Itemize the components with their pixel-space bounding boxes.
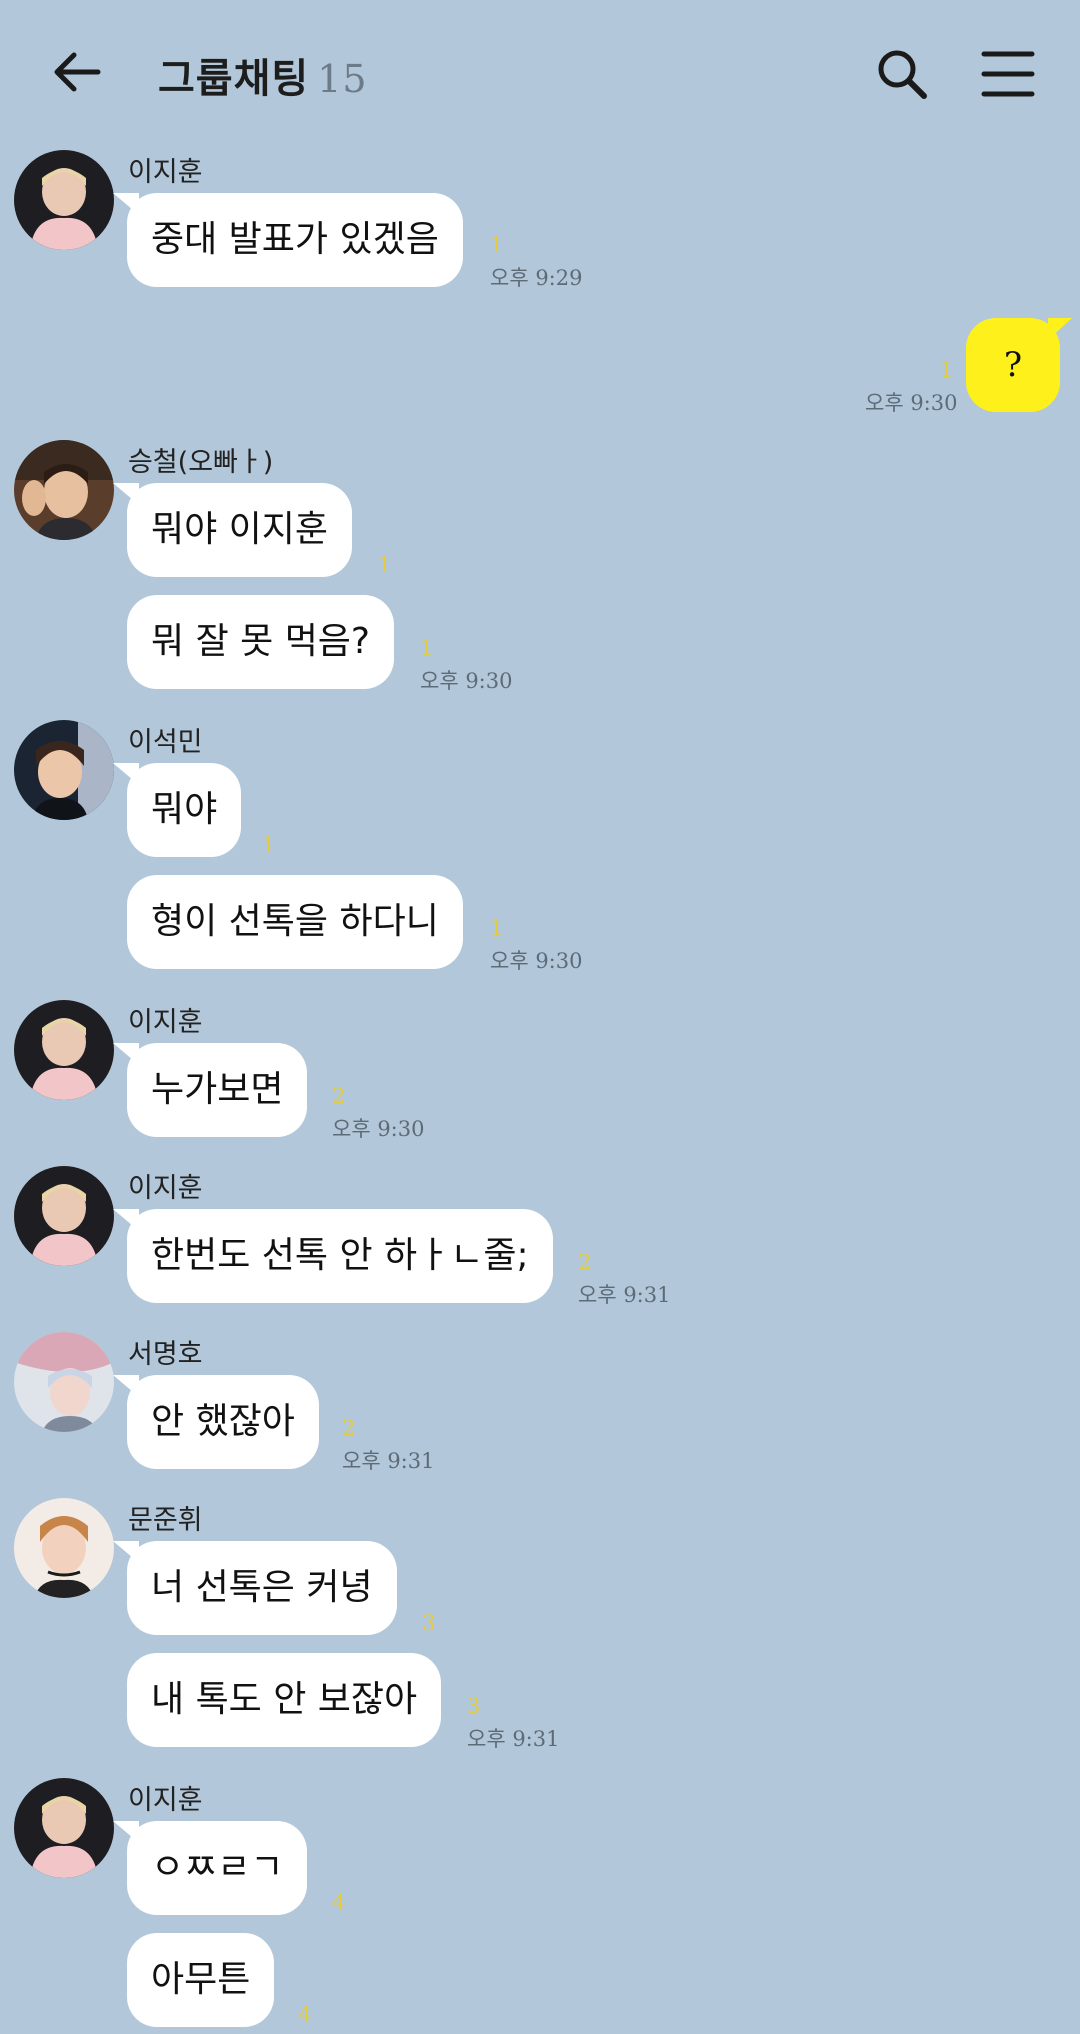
message-time: 오후 9:31 <box>467 1727 560 1751</box>
sender-name: 이지훈 <box>128 1785 203 1816</box>
avatar-image <box>14 1778 114 1878</box>
chat-title: 그룹채팅 15 <box>158 46 368 104</box>
sender-name: 이석민 <box>128 727 203 758</box>
sender-name: 이지훈 <box>128 157 203 188</box>
avatar-image <box>14 720 114 820</box>
unread-count: 1 <box>940 358 954 382</box>
avatar-image <box>14 1000 114 1100</box>
my-message-bubble[interactable]: ? <box>966 318 1072 412</box>
search-icon <box>878 50 927 99</box>
message-bubble[interactable]: 누가보면 <box>112 1043 308 1137</box>
avatar[interactable] <box>14 440 114 540</box>
avatar[interactable] <box>14 1332 114 1432</box>
arrow-left-icon <box>54 52 101 92</box>
avatar[interactable] <box>14 1166 114 1266</box>
chat-header: 그룹채팅 15 <box>0 0 1080 150</box>
message-bubble[interactable]: 뭐 잘 못 먹음? <box>127 595 395 689</box>
unread-count: 1 <box>490 916 504 940</box>
avatar[interactable] <box>14 150 114 250</box>
message-bubble[interactable]: ㅇㅉㄹㄱ <box>112 1821 308 1915</box>
message-time: 오후 9:30 <box>420 669 513 693</box>
avatar[interactable] <box>14 1778 114 1878</box>
unread-count: 4 <box>298 2003 312 2027</box>
unread-count: 2 <box>342 1416 356 1440</box>
search-button[interactable] <box>872 44 932 104</box>
avatar[interactable] <box>14 1498 114 1598</box>
unread-count: 4 <box>332 1891 346 1915</box>
avatar-image <box>14 150 114 250</box>
sender-name: 이지훈 <box>128 1173 203 1204</box>
message-bubble[interactable]: 형이 선톡을 하다니 <box>127 875 463 969</box>
message-time: 오후 9:30 <box>332 1117 425 1141</box>
hamburger-menu-icon <box>981 51 1035 97</box>
message-bubble[interactable]: 중대 발표가 있겠음 <box>113 193 463 287</box>
sender-name: 승철(오빠ㅏ) <box>128 447 274 478</box>
avatar[interactable] <box>14 1000 114 1100</box>
unread-count: 3 <box>467 1694 481 1718</box>
back-button[interactable] <box>48 42 108 102</box>
message-bubble[interactable]: 뭐야 이지훈 <box>112 483 353 577</box>
unread-count: 1 <box>420 636 434 660</box>
unread-count: 3 <box>422 1611 436 1635</box>
avatar-image <box>14 1332 114 1432</box>
sender-name: 서명호 <box>128 1339 203 1370</box>
unread-count: 1 <box>262 833 276 857</box>
avatar-image <box>14 1498 114 1598</box>
sender-name: 이지훈 <box>128 1007 203 1038</box>
member-count: 15 <box>317 57 368 101</box>
message-time: 오후 9:30 <box>490 949 583 973</box>
message-time: 오후 9:31 <box>578 1283 671 1307</box>
avatar-image <box>14 1166 114 1266</box>
avatar[interactable] <box>14 720 114 820</box>
unread-count: 1 <box>378 553 392 577</box>
message-bubble[interactable]: 너 선톡은 커녕 <box>113 1541 397 1635</box>
message-bubble[interactable]: 아무튼 <box>127 1933 275 2027</box>
unread-count: 1 <box>490 233 504 257</box>
message-bubble[interactable]: 안 했잖아 <box>113 1375 319 1469</box>
message-time: 오후 9:31 <box>342 1449 435 1473</box>
message-bubble[interactable]: 내 톡도 안 보잖아 <box>127 1653 442 1747</box>
message-bubble[interactable]: 한번도 선톡 안 하ㅏㄴ줄; <box>113 1209 553 1303</box>
avatar-image <box>14 440 114 540</box>
unread-count: 2 <box>332 1084 346 1108</box>
message-bubble[interactable]: 뭐야 <box>112 763 242 857</box>
menu-button[interactable] <box>978 46 1038 102</box>
sender-name: 문준휘 <box>128 1505 203 1536</box>
message-time: 오후 9:30 <box>865 391 958 415</box>
unread-count: 2 <box>578 1250 592 1274</box>
message-time: 오후 9:29 <box>490 266 583 290</box>
chat-title-text: 그룹채팅 <box>158 56 310 102</box>
